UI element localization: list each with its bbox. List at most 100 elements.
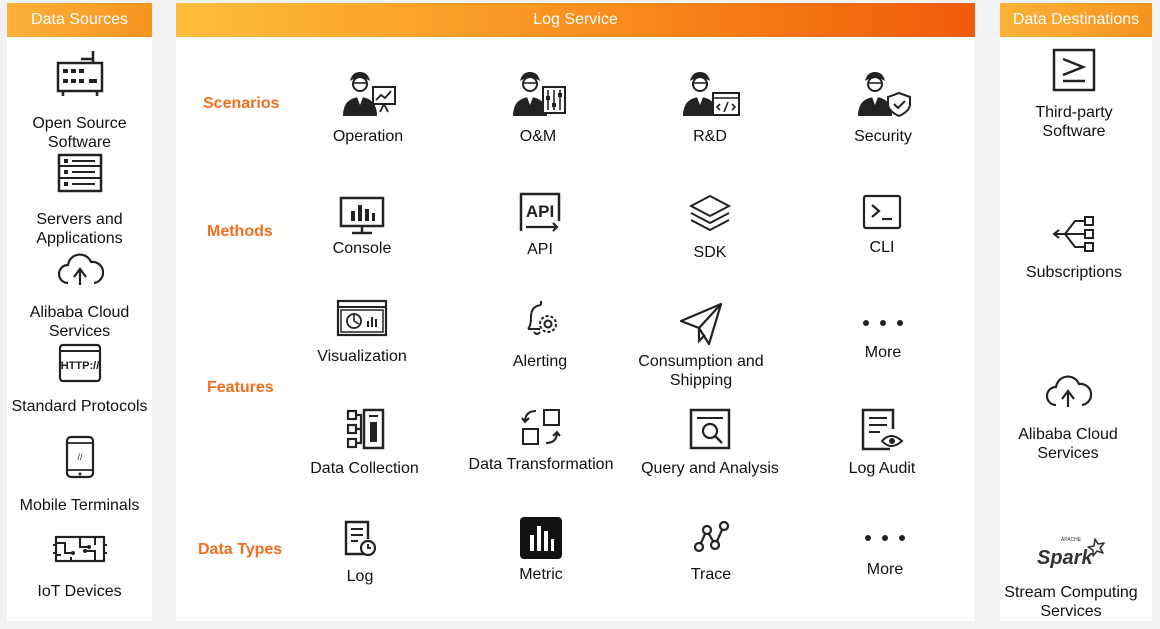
method-label: Console bbox=[332, 240, 392, 257]
bell-gear-icon bbox=[527, 301, 557, 335]
scenario-security: Security bbox=[813, 69, 953, 146]
feature-data-transformation: Data Transformation bbox=[466, 407, 616, 474]
destination-label: Third-party Software bbox=[1035, 104, 1113, 140]
feature-label: More bbox=[864, 344, 902, 361]
person-presentation-icon bbox=[343, 72, 396, 116]
spark-small-text: APACHE bbox=[1061, 537, 1082, 543]
svg-text://: // bbox=[77, 452, 83, 462]
source-protocols: HTTP:// Standard Protocols bbox=[7, 343, 152, 416]
feature-label: Query and Analysis bbox=[641, 460, 779, 477]
circuit-board-icon bbox=[52, 535, 107, 563]
subscription-tree-icon bbox=[1052, 216, 1094, 252]
router-icon bbox=[56, 51, 103, 96]
person-shield-icon bbox=[858, 72, 911, 117]
more-dots-icon bbox=[865, 535, 905, 541]
api-icon: API bbox=[519, 192, 561, 232]
source-mobile: // Mobile Terminals bbox=[7, 435, 152, 515]
destination-alibaba-cloud: Alibaba Cloud Services bbox=[994, 371, 1142, 463]
datatype-label: Trace bbox=[690, 566, 732, 583]
datatype-log: Log bbox=[290, 519, 430, 586]
category-methods: Methods bbox=[207, 223, 273, 240]
more-dots-icon bbox=[863, 320, 903, 326]
source-label: Standard Protocols bbox=[11, 398, 148, 415]
scenario-om: O&M bbox=[468, 69, 608, 146]
scenario-label: O&M bbox=[519, 128, 557, 145]
source-label: IoT Devices bbox=[37, 583, 122, 600]
scenario-rd: R&D bbox=[640, 69, 780, 146]
feature-log-audit: Log Audit bbox=[812, 407, 952, 478]
category-data-types: Data Types bbox=[198, 541, 283, 558]
trace-icon bbox=[693, 520, 730, 553]
destination-label: Subscriptions bbox=[1025, 264, 1123, 281]
method-cli: CLI bbox=[812, 193, 952, 257]
log-doc-icon bbox=[344, 520, 377, 557]
dashboard-window-icon bbox=[336, 299, 388, 337]
destination-label: Stream Computing Services bbox=[1004, 584, 1138, 620]
svg-text:API: API bbox=[526, 202, 554, 221]
person-code-icon bbox=[683, 72, 740, 116]
svg-text:HTTP://: HTTP:// bbox=[60, 360, 99, 372]
method-api: API API bbox=[470, 191, 610, 259]
spark-logo-icon: APACHE Spark bbox=[1037, 537, 1105, 569]
person-sliders-icon bbox=[513, 72, 566, 116]
feature-label: Consumption and Shipping bbox=[638, 353, 764, 389]
category-features: Features bbox=[207, 379, 274, 396]
metric-bars-icon bbox=[520, 517, 562, 559]
terminal-icon bbox=[862, 194, 902, 230]
feature-visualization: Visualization bbox=[292, 299, 432, 366]
source-label: Mobile Terminals bbox=[19, 497, 140, 514]
source-servers: Servers and Applications bbox=[7, 153, 152, 248]
mobile-phone-icon: // bbox=[65, 435, 94, 479]
destination-third-party: Third-party Software bbox=[1000, 47, 1148, 141]
data-sources-panel: Data Sources Open Source Software Server… bbox=[7, 3, 152, 621]
transform-icon bbox=[521, 409, 561, 445]
destination-subscriptions: Subscriptions bbox=[1000, 213, 1148, 282]
feature-label: Visualization bbox=[317, 348, 407, 365]
scenario-label: R&D bbox=[693, 128, 727, 145]
destination-stream-computing: APACHE Spark Stream Computing Services bbox=[997, 533, 1145, 621]
destination-label: Alibaba Cloud Services bbox=[1018, 426, 1118, 462]
category-scenarios: Scenarios bbox=[203, 95, 280, 112]
third-party-icon bbox=[1052, 48, 1096, 92]
http-icon: HTTP:// bbox=[58, 343, 101, 383]
data-sources-header: Data Sources bbox=[7, 3, 152, 37]
feature-query-analysis: Query and Analysis bbox=[630, 407, 790, 478]
feature-label: Alerting bbox=[512, 353, 568, 370]
datatype-metric: Metric bbox=[471, 517, 611, 584]
method-label: SDK bbox=[693, 244, 727, 261]
method-sdk: SDK bbox=[640, 193, 780, 262]
source-iot: IoT Devices bbox=[7, 533, 152, 601]
cloud-upload-icon bbox=[1045, 375, 1092, 407]
collection-icon bbox=[346, 408, 384, 450]
cloud-upload-icon bbox=[57, 253, 104, 285]
source-label: Alibaba Cloud Services bbox=[29, 304, 130, 340]
log-service-header: Log Service bbox=[176, 3, 975, 37]
method-console: Console bbox=[292, 195, 432, 258]
datatype-more: More bbox=[815, 528, 955, 579]
feature-alerting: Alerting bbox=[470, 299, 610, 371]
source-alibaba-cloud: Alibaba Cloud Services bbox=[7, 249, 152, 341]
source-label: Open Source Software bbox=[32, 115, 127, 151]
log-audit-icon bbox=[861, 408, 904, 451]
source-label: Servers and Applications bbox=[36, 211, 123, 247]
paper-plane-icon bbox=[679, 302, 723, 346]
data-destinations-header: Data Destinations bbox=[1000, 3, 1152, 37]
spark-word: Spark bbox=[1037, 547, 1093, 569]
feature-label: Data Collection bbox=[310, 460, 419, 477]
data-destinations-panel: Data Destinations Third-party Software S… bbox=[1000, 3, 1152, 621]
datatype-label: Log bbox=[346, 568, 374, 585]
feature-data-collection: Data Collection bbox=[292, 407, 437, 478]
scenario-label: Security bbox=[854, 128, 912, 145]
feature-label: Data Transformation bbox=[468, 456, 614, 473]
monitor-chart-icon bbox=[339, 196, 385, 235]
datatype-label: Metric bbox=[519, 566, 563, 583]
server-list-icon bbox=[57, 153, 102, 193]
query-search-icon bbox=[689, 408, 731, 450]
feature-consumption: Consumption and Shipping bbox=[626, 301, 776, 390]
method-label: API bbox=[527, 241, 553, 258]
scenario-operation: Operation bbox=[298, 69, 438, 146]
datatype-label: More bbox=[866, 561, 904, 578]
method-label: CLI bbox=[869, 239, 895, 256]
layers-icon bbox=[688, 194, 732, 232]
feature-more: More bbox=[813, 313, 953, 362]
